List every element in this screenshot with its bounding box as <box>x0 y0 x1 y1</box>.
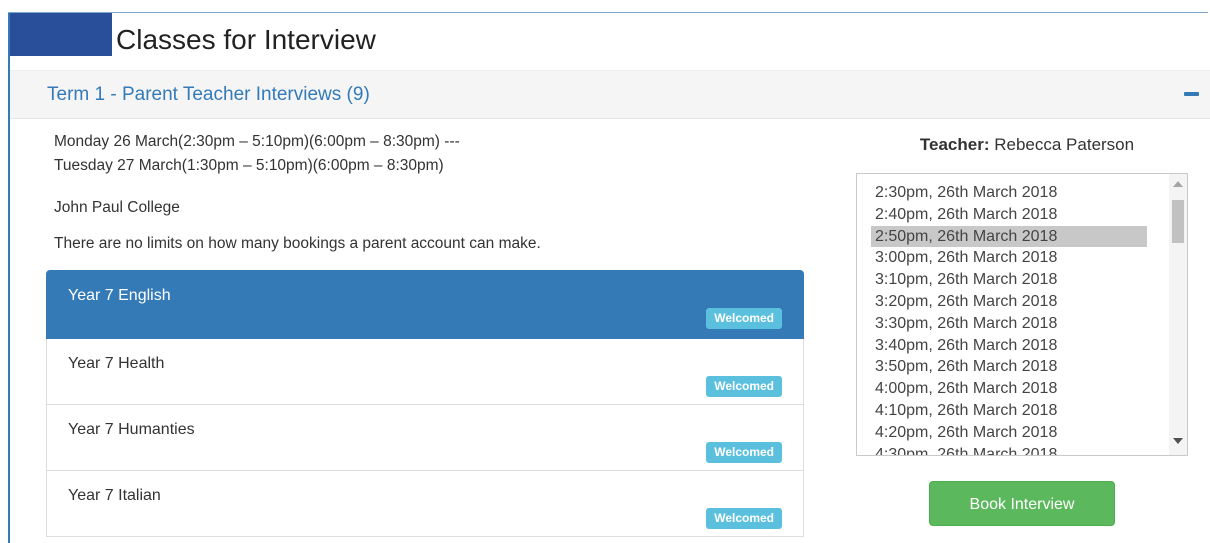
class-name: Year 7 English <box>68 287 171 304</box>
book-interview-button[interactable]: Book Interview <box>929 481 1115 526</box>
scroll-up-arrow-icon[interactable] <box>1173 181 1183 187</box>
teacher-label: Teacher: <box>919 135 990 154</box>
school-logo <box>10 13 112 56</box>
time-slot-option[interactable]: 3:30pm, 26th March 2018 <box>871 313 1147 335</box>
time-slot-listbox[interactable]: 2:30pm, 26th March 2018 2:40pm, 26th Mar… <box>856 173 1188 456</box>
class-name: Year 7 Italian <box>68 487 161 504</box>
time-slot-options: 2:30pm, 26th March 2018 2:40pm, 26th Mar… <box>871 182 1147 455</box>
class-item-year-7-humanties[interactable]: Year 7 Humanties Welcomed <box>46 405 804 471</box>
page-title: Classes for Interview <box>116 24 376 55</box>
teacher-name: Rebecca Paterson <box>994 135 1135 154</box>
time-slot-option[interactable]: 4:10pm, 26th March 2018 <box>871 400 1147 422</box>
time-slot-option[interactable]: 4:30pm, 26th March 2018 <box>871 444 1147 455</box>
schedule-line-1: Monday 26 March(2:30pm – 5:10pm)(6:00pm … <box>54 133 460 150</box>
class-item-year-7-italian[interactable]: Year 7 Italian Welcomed <box>46 471 804 537</box>
class-name: Year 7 Health <box>68 355 165 372</box>
status-badge: Welcomed <box>706 308 782 329</box>
booking-limits-note: There are no limits on how many bookings… <box>54 235 541 252</box>
status-badge: Welcomed <box>706 376 782 397</box>
time-slot-option[interactable]: 4:00pm, 26th March 2018 <box>871 378 1147 400</box>
scrollbar-thumb[interactable] <box>1172 200 1184 243</box>
class-name: Year 7 Humanties <box>68 421 195 438</box>
term-title[interactable]: Term 1 - Parent Teacher Interviews (9) <box>47 84 370 106</box>
time-slot-option[interactable]: 4:20pm, 26th March 2018 <box>871 422 1147 444</box>
scroll-down-arrow-icon[interactable] <box>1173 438 1183 444</box>
time-slot-option-selected[interactable]: 2:50pm, 26th March 2018 <box>871 225 1147 248</box>
listbox-scrollbar[interactable] <box>1169 174 1187 455</box>
time-slot-option[interactable]: 3:40pm, 26th March 2018 <box>871 335 1147 357</box>
time-slot-option[interactable]: 2:30pm, 26th March 2018 <box>871 182 1147 204</box>
school-name: John Paul College <box>54 199 180 216</box>
status-badge: Welcomed <box>706 442 782 463</box>
frame-top-border <box>8 12 1208 13</box>
time-slot-option[interactable]: 2:40pm, 26th March 2018 <box>871 204 1147 226</box>
term-header[interactable]: Term 1 - Parent Teacher Interviews (9) <box>10 70 1210 119</box>
time-slot-option[interactable]: 3:00pm, 26th March 2018 <box>871 247 1147 269</box>
status-badge: Welcomed <box>706 508 782 529</box>
class-item-year-7-english[interactable]: Year 7 English Welcomed <box>46 270 804 339</box>
class-list: Year 7 English Welcomed Year 7 Health We… <box>46 270 804 537</box>
teacher-line: Teacher: Rebecca Paterson <box>892 135 1162 155</box>
time-slot-option[interactable]: 3:10pm, 26th March 2018 <box>871 269 1147 291</box>
time-slot-option[interactable]: 3:20pm, 26th March 2018 <box>871 291 1147 313</box>
minus-icon[interactable] <box>1184 85 1200 101</box>
schedule-line-2: Tuesday 27 March(1:30pm – 5:10pm)(6:00pm… <box>54 157 444 174</box>
time-slot-option[interactable]: 3:50pm, 26th March 2018 <box>871 356 1147 378</box>
class-item-year-7-health[interactable]: Year 7 Health Welcomed <box>46 339 804 405</box>
